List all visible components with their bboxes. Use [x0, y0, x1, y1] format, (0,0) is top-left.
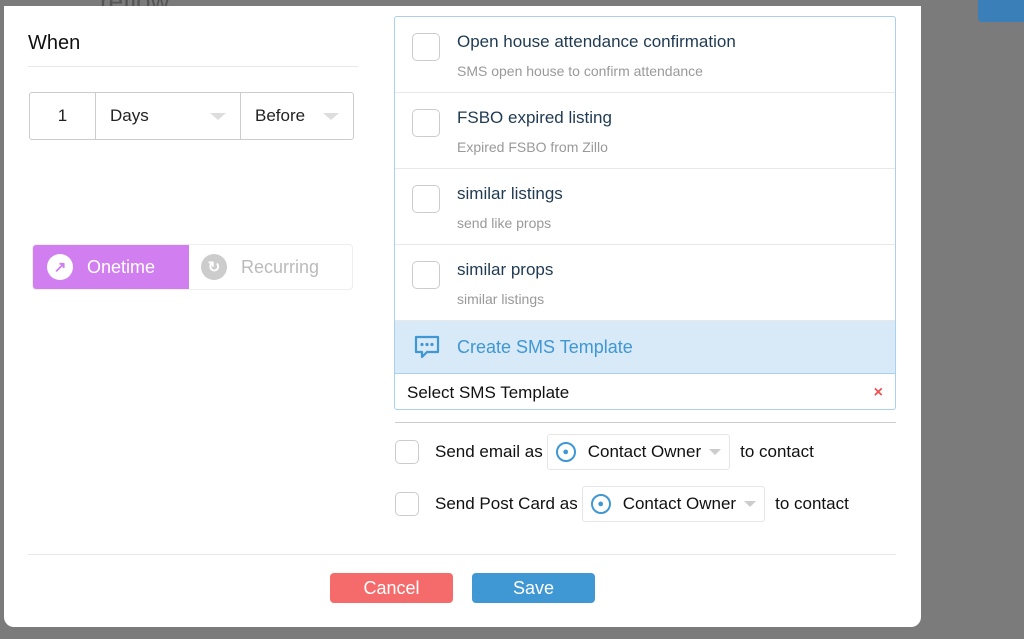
chevron-down-icon	[210, 113, 226, 120]
send-email-checkbox[interactable]	[395, 440, 419, 464]
recurring-button[interactable]: ↻ Recurring	[189, 245, 352, 289]
create-sms-template-button[interactable]: Create SMS Template	[395, 321, 895, 373]
checkbox[interactable]	[412, 261, 440, 289]
send-email-label: Send email as	[435, 442, 543, 461]
template-option[interactable]: similar props similar listings	[395, 245, 895, 321]
chevron-down-icon	[709, 449, 722, 455]
relation-value: Before	[255, 106, 306, 125]
send-postcard-label: Send Post Card as	[435, 494, 578, 513]
checkbox[interactable]	[412, 185, 440, 213]
template-option[interactable]: Open house attendance confirmation SMS op…	[395, 17, 895, 93]
recurring-icon: ↻	[201, 254, 227, 280]
template-option[interactable]: FSBO expired listing Expired FSBO from Zi…	[395, 93, 895, 169]
template-subtitle: similar listings	[457, 291, 545, 307]
relation-select[interactable]: Before	[241, 93, 353, 139]
create-template-label: Create SMS Template	[457, 336, 633, 357]
template-title: similar listings	[457, 184, 563, 203]
postcard-sender-select[interactable]: ● Contact Owner	[581, 486, 766, 522]
background-button	[978, 0, 1024, 22]
when-controls: 1 Days Before	[29, 92, 354, 140]
email-sender-select[interactable]: ● Contact Owner	[546, 434, 731, 470]
select-template-text: Select SMS Template	[407, 382, 570, 402]
unit-select[interactable]: Days	[96, 93, 241, 139]
template-title: similar props	[457, 260, 554, 279]
template-title: FSBO expired listing	[457, 108, 612, 127]
sms-template-dropdown: Open house attendance confirmation SMS op…	[394, 16, 896, 410]
template-option[interactable]: similar listings send like props	[395, 169, 895, 245]
template-subtitle: SMS open house to confirm attendance	[457, 63, 703, 79]
template-title: Open house attendance confirmation	[457, 32, 736, 51]
frequency-toggle: ↗ Onetime ↻ Recurring	[32, 244, 353, 290]
send-email-row: Send email as ● Contact Owner to contact	[395, 434, 814, 470]
chevron-down-icon	[323, 113, 339, 120]
person-icon: ●	[590, 494, 611, 514]
save-button[interactable]: Save	[472, 573, 595, 603]
postcard-suffix: to contact	[775, 494, 849, 513]
divider	[28, 554, 896, 555]
cancel-button[interactable]: Cancel	[330, 573, 453, 603]
when-label: When	[28, 32, 81, 54]
divider	[395, 422, 896, 423]
email-suffix: to contact	[740, 442, 814, 461]
onetime-button[interactable]: ↗ Onetime	[33, 245, 189, 289]
chevron-down-icon	[744, 501, 757, 507]
template-subtitle: Expired FSBO from Zillo	[457, 139, 608, 155]
email-sender-value: Contact Owner	[587, 442, 702, 461]
checkbox[interactable]	[412, 109, 440, 137]
clear-icon[interactable]: ×	[874, 384, 883, 402]
recurring-label: Recurring	[241, 256, 320, 277]
person-icon: ●	[555, 442, 576, 462]
checkbox[interactable]	[412, 33, 440, 61]
onetime-label: Onetime	[87, 256, 156, 277]
reminder-modal: When 1 Days Before ↗ Onetime ↻ Recurring O…	[4, 6, 921, 627]
send-postcard-row: Send Post Card as ● Contact Owner to cont…	[395, 486, 849, 522]
unit-value: Days	[110, 106, 149, 125]
template-subtitle: send like props	[457, 215, 552, 231]
onetime-icon: ↗	[47, 254, 73, 280]
amount-input[interactable]: 1	[30, 93, 96, 139]
divider	[28, 66, 358, 67]
postcard-sender-value: Contact Owner	[622, 494, 737, 513]
select-sms-template-input[interactable]: Select SMS Template ×	[395, 373, 895, 409]
chat-bubble-icon	[414, 335, 440, 359]
send-postcard-checkbox[interactable]	[395, 492, 419, 516]
